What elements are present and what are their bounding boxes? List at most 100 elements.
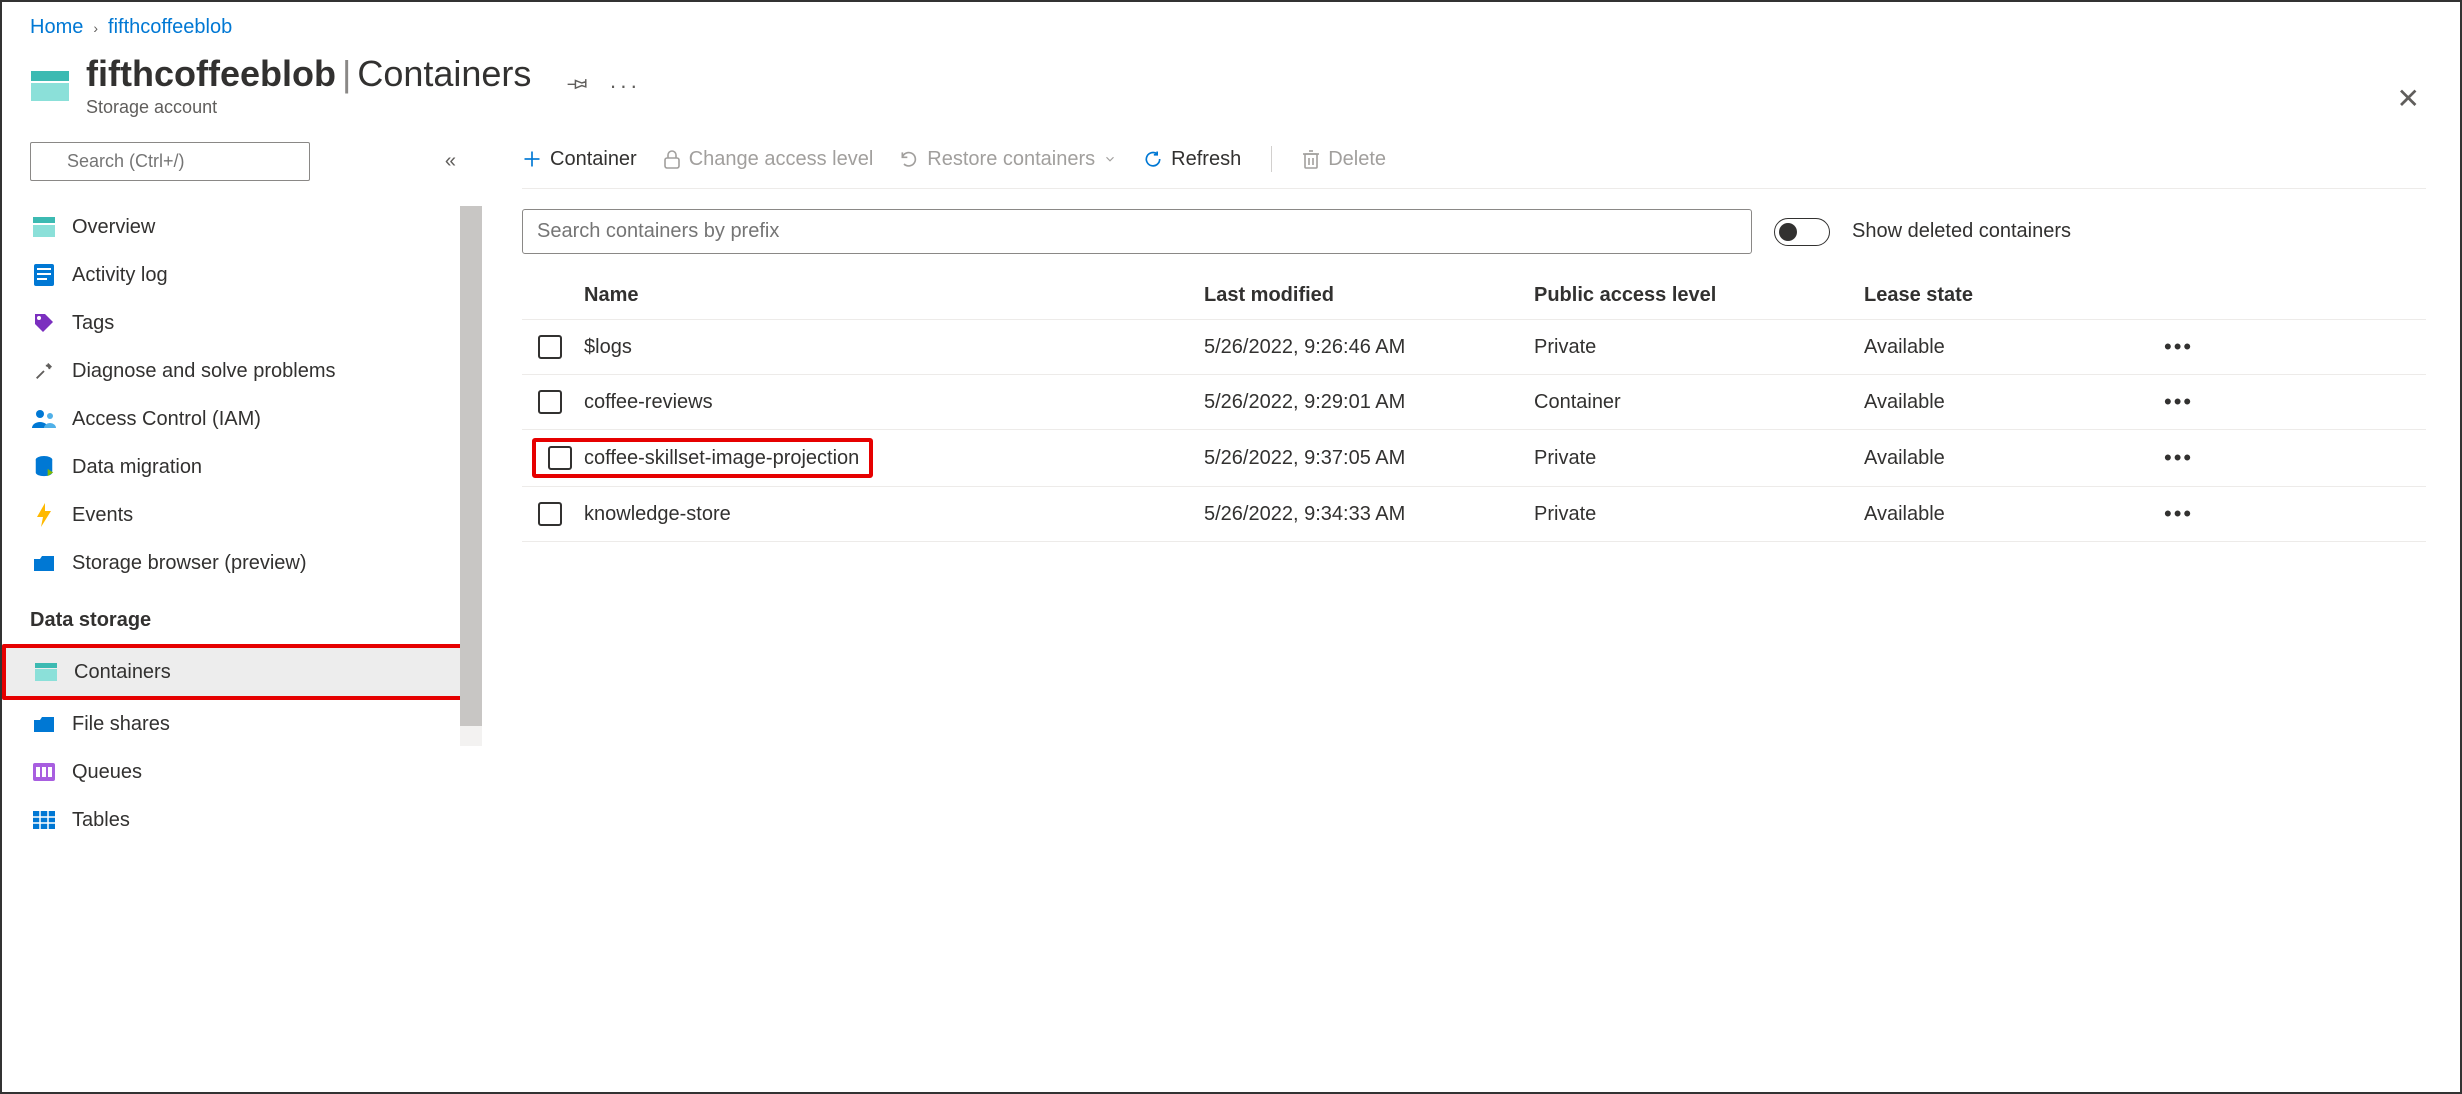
show-deleted-toggle[interactable] — [1774, 218, 1830, 246]
toolbar-label: Container — [550, 148, 637, 171]
sidebar-item-events[interactable]: Events — [30, 491, 482, 539]
cell-modified: 5/26/2022, 9:26:46 AM — [1204, 336, 1534, 359]
table-row[interactable]: $logs 5/26/2022, 9:26:46 AM Private Avai… — [522, 320, 2426, 375]
cell-lease: Available — [1864, 447, 2164, 470]
cell-name: $logs — [584, 336, 1204, 359]
sidebar-item-tables[interactable]: Tables — [30, 796, 482, 844]
search-input[interactable] — [30, 142, 310, 181]
cell-access: Private — [1534, 336, 1864, 359]
breadcrumb-home[interactable]: Home — [30, 16, 83, 39]
section-name: Containers — [357, 53, 531, 95]
sidebar-item-label: Tags — [72, 312, 114, 335]
sidebar-item-access-control[interactable]: Access Control (IAM) — [30, 395, 482, 443]
sidebar-item-queues[interactable]: Queues — [30, 748, 482, 796]
row-checkbox[interactable] — [548, 446, 572, 470]
containers-icon — [34, 660, 58, 684]
cell-lease: Available — [1864, 336, 2164, 359]
sidebar-item-label: Diagnose and solve problems — [72, 360, 336, 383]
diagnose-icon — [32, 359, 56, 383]
col-access[interactable]: Public access level — [1534, 284, 1864, 307]
queues-icon — [32, 760, 56, 784]
cell-name: coffee-reviews — [584, 391, 1204, 414]
breadcrumb: Home › fifthcoffeeblob — [2, 2, 2460, 43]
cell-access: Private — [1534, 503, 1864, 526]
storage-browser-icon — [32, 551, 56, 575]
col-modified[interactable]: Last modified — [1204, 284, 1534, 307]
toolbar-separator — [1271, 146, 1272, 172]
toolbar-label: Change access level — [689, 148, 874, 171]
pin-icon[interactable] — [567, 72, 589, 100]
sidebar: « Overview Activity log Tags — [2, 142, 482, 1082]
filter-row: Show deleted containers — [522, 189, 2426, 272]
sidebar-item-data-migration[interactable]: Data migration — [30, 443, 482, 491]
toolbar: Container Change access level Restore co… — [522, 142, 2426, 189]
file-shares-icon — [32, 712, 56, 736]
table-row[interactable]: knowledge-store 5/26/2022, 9:34:33 AM Pr… — [522, 487, 2426, 542]
collapse-icon[interactable]: « — [445, 150, 456, 173]
sidebar-item-label: Events — [72, 504, 133, 527]
breadcrumb-current[interactable]: fifthcoffeeblob — [108, 16, 232, 39]
toolbar-label: Restore containers — [927, 148, 1095, 171]
access-control-icon — [32, 407, 56, 431]
sidebar-item-label: File shares — [72, 713, 170, 736]
cell-name: knowledge-store — [584, 503, 1204, 526]
events-icon — [32, 503, 56, 527]
close-icon[interactable]: ✕ — [2397, 82, 2420, 115]
sidebar-heading-data-storage: Data storage — [30, 587, 482, 644]
sidebar-item-label: Tables — [72, 809, 130, 832]
col-name[interactable]: Name — [584, 284, 1204, 307]
table-row[interactable]: coffee-reviews 5/26/2022, 9:29:01 AM Con… — [522, 375, 2426, 430]
sidebar-item-activity-log[interactable]: Activity log — [30, 251, 482, 299]
cell-modified: 5/26/2022, 9:37:05 AM — [1204, 447, 1534, 470]
refresh-button[interactable]: Refresh — [1143, 148, 1241, 171]
row-more-icon[interactable]: ••• — [2164, 445, 2234, 471]
change-access-level-button: Change access level — [663, 148, 874, 171]
cell-modified: 5/26/2022, 9:29:01 AM — [1204, 391, 1534, 414]
cell-lease: Available — [1864, 503, 2164, 526]
row-more-icon[interactable]: ••• — [2164, 334, 2234, 360]
more-icon[interactable]: ··· — [609, 73, 640, 99]
table-row[interactable]: coffee-skillset-image-projection 5/26/20… — [522, 430, 2426, 487]
row-more-icon[interactable]: ••• — [2164, 501, 2234, 527]
tables-icon — [32, 808, 56, 832]
row-checkbox[interactable] — [538, 335, 562, 359]
cell-name: coffee-skillset-image-projection — [584, 447, 859, 470]
sidebar-item-containers[interactable]: Containers — [2, 644, 466, 700]
toggle-label: Show deleted containers — [1852, 220, 2071, 243]
row-checkbox[interactable] — [538, 390, 562, 414]
row-more-icon[interactable]: ••• — [2164, 389, 2234, 415]
tags-icon — [32, 311, 56, 335]
undo-icon — [899, 149, 919, 169]
row-checkbox[interactable] — [538, 502, 562, 526]
col-lease[interactable]: Lease state — [1864, 284, 2164, 307]
scrollbar[interactable] — [460, 206, 482, 746]
resource-name: fifthcoffeeblob — [86, 53, 336, 95]
cell-access: Private — [1534, 447, 1864, 470]
page-header: fifthcoffeeblob | Containers Storage acc… — [2, 43, 2460, 118]
sidebar-item-overview[interactable]: Overview — [30, 203, 482, 251]
chevron-down-icon — [1103, 152, 1117, 166]
container-search-input[interactable] — [522, 209, 1752, 254]
sidebar-item-label: Overview — [72, 216, 155, 239]
toolbar-label: Refresh — [1171, 148, 1241, 171]
lock-icon — [663, 149, 681, 169]
toolbar-label: Delete — [1328, 148, 1386, 171]
sidebar-item-label: Storage browser (preview) — [72, 552, 307, 575]
resource-type: Storage account — [86, 97, 531, 118]
sidebar-item-label: Queues — [72, 761, 142, 784]
sidebar-item-storage-browser[interactable]: Storage browser (preview) — [30, 539, 482, 587]
overview-icon — [32, 215, 56, 239]
cell-access: Container — [1534, 391, 1864, 414]
delete-button: Delete — [1302, 148, 1386, 171]
containers-table: Name Last modified Public access level L… — [522, 272, 2426, 542]
add-container-button[interactable]: Container — [522, 148, 637, 171]
sidebar-item-diagnose[interactable]: Diagnose and solve problems — [30, 347, 482, 395]
restore-containers-button: Restore containers — [899, 148, 1117, 171]
sidebar-item-file-shares[interactable]: File shares — [30, 700, 482, 748]
refresh-icon — [1143, 149, 1163, 169]
data-migration-icon — [32, 455, 56, 479]
sidebar-item-tags[interactable]: Tags — [30, 299, 482, 347]
page-title: fifthcoffeeblob | Containers — [86, 53, 531, 95]
activity-log-icon — [32, 263, 56, 287]
chevron-right-icon: › — [93, 20, 98, 36]
